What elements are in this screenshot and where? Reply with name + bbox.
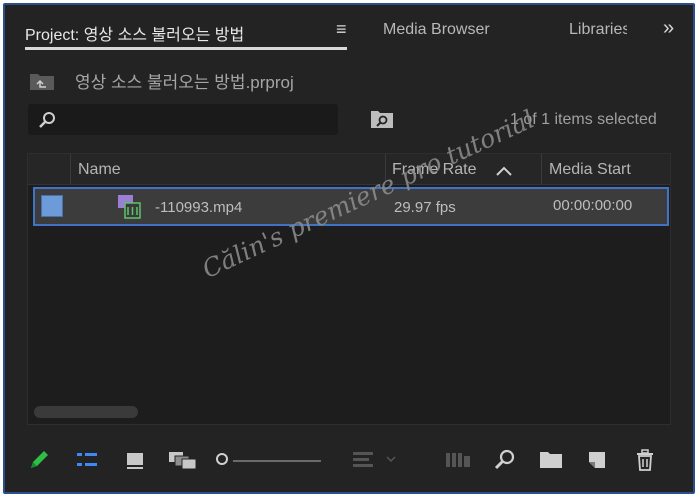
sort-icons-icon[interactable] xyxy=(353,448,399,472)
active-tab-underline xyxy=(25,47,347,50)
panel-menu-icon[interactable]: ≡ xyxy=(336,19,347,40)
sort-ascending-icon[interactable] xyxy=(496,166,512,176)
video-clip-icon xyxy=(118,195,141,219)
label-color-swatch[interactable] xyxy=(41,195,63,217)
item-name: -110993.mp4 xyxy=(155,199,243,216)
search-icon xyxy=(39,112,55,128)
new-bin-icon[interactable] xyxy=(539,448,563,472)
pencil-icon[interactable] xyxy=(27,448,51,472)
automate-to-sequence-icon[interactable] xyxy=(445,448,471,472)
list-view-icon[interactable] xyxy=(75,448,99,472)
project-panel: Project: 영상 소스 불러오는 방법 ≡ Media Browser L… xyxy=(3,3,695,494)
column-name[interactable]: Name xyxy=(78,161,121,179)
tab-project[interactable]: Project: 영상 소스 불러오는 방법 xyxy=(25,21,244,45)
zoom-slider[interactable] xyxy=(233,460,321,462)
list-header: Name Frame Rate Media Start xyxy=(28,154,670,185)
project-file-name: 영상 소스 불러오는 방법.prproj xyxy=(75,73,294,92)
panel-tabs: Project: 영상 소스 불러오는 방법 ≡ Media Browser L… xyxy=(5,5,693,50)
find-icon[interactable] xyxy=(493,448,517,472)
column-separator xyxy=(541,154,542,184)
horizontal-scrollbar[interactable] xyxy=(34,406,138,418)
more-tabs-icon[interactable]: » xyxy=(663,17,674,40)
search-bin-icon[interactable] xyxy=(370,109,394,129)
tab-media-browser[interactable]: Media Browser xyxy=(383,21,490,39)
column-separator xyxy=(70,154,71,184)
icon-view-icon[interactable] xyxy=(123,448,147,472)
freeform-view-icon[interactable] xyxy=(167,448,199,472)
zoom-slider-knob[interactable] xyxy=(216,453,228,465)
item-media-start: 00:00:00:00 xyxy=(553,197,633,214)
column-media-start[interactable]: Media Start xyxy=(549,161,631,179)
parent-folder-icon[interactable] xyxy=(29,71,55,91)
bottom-toolbar xyxy=(5,442,693,478)
item-frame-rate: 29.97 fps xyxy=(394,199,456,216)
search-input[interactable] xyxy=(28,104,338,135)
new-item-icon[interactable] xyxy=(585,448,609,472)
tab-libraries[interactable]: Libraries xyxy=(569,21,627,39)
trash-icon[interactable] xyxy=(633,448,657,472)
